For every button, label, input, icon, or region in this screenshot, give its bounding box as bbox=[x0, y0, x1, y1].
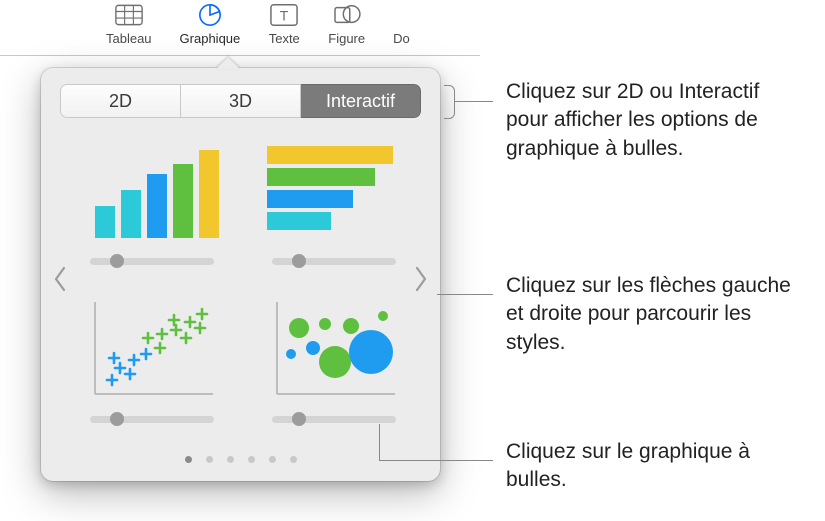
callout-lead bbox=[437, 294, 493, 295]
chart-thumb-column[interactable] bbox=[85, 140, 219, 268]
thumb-slider[interactable] bbox=[272, 412, 396, 426]
next-style-arrow[interactable] bbox=[402, 266, 440, 292]
thumb-slider[interactable] bbox=[272, 254, 396, 268]
bar-chart-icon bbox=[267, 140, 401, 244]
segment-interactive[interactable]: Interactif bbox=[301, 84, 421, 118]
page-dot[interactable] bbox=[269, 456, 276, 463]
callout-text: Cliquez sur le graphique à bulles. bbox=[506, 438, 766, 495]
callout-lead bbox=[454, 101, 493, 102]
toolbar: Tableau Graphique T Texte Figure Do bbox=[0, 0, 480, 56]
callout-lead bbox=[379, 460, 493, 461]
shape-icon bbox=[331, 2, 363, 28]
bubble-chart-icon bbox=[267, 298, 401, 402]
chart-dimension-segmented-control: 2D 3D Interactif bbox=[60, 84, 421, 118]
callout-lead bbox=[379, 424, 380, 461]
toolbar-label: Texte bbox=[269, 31, 300, 46]
toolbar-label: Figure bbox=[328, 31, 365, 46]
pie-chart-icon bbox=[194, 2, 226, 28]
segment-2d[interactable]: 2D bbox=[60, 84, 181, 118]
unknown-icon bbox=[393, 2, 415, 28]
chart-thumb-bubble[interactable] bbox=[267, 298, 401, 426]
thumb-slider[interactable] bbox=[90, 254, 214, 268]
text-icon: T bbox=[268, 2, 300, 28]
toolbar-button-figure[interactable]: Figure bbox=[328, 2, 365, 46]
chart-picker-popover: 2D 3D Interactif bbox=[41, 68, 440, 481]
prev-style-arrow[interactable] bbox=[41, 266, 79, 292]
svg-text:T: T bbox=[280, 8, 289, 24]
toolbar-button-tableau[interactable]: Tableau bbox=[106, 2, 152, 46]
toolbar-button-partial[interactable]: Do bbox=[393, 2, 415, 46]
page-dot[interactable] bbox=[185, 456, 192, 463]
toolbar-button-texte[interactable]: T Texte bbox=[268, 2, 300, 46]
toolbar-button-graphique[interactable]: Graphique bbox=[180, 2, 241, 46]
chart-thumb-scatter[interactable] bbox=[85, 298, 219, 426]
callout-text: Cliquez sur 2D ou Interactif pour affich… bbox=[506, 78, 796, 163]
page-dot[interactable] bbox=[206, 456, 213, 463]
callout-text: Cliquez sur les flèches gauche et droite… bbox=[506, 272, 796, 357]
page-dot[interactable] bbox=[227, 456, 234, 463]
scatter-chart-icon bbox=[85, 298, 219, 402]
toolbar-label: Do bbox=[393, 31, 410, 46]
column-chart-icon bbox=[85, 140, 219, 244]
toolbar-label: Graphique bbox=[180, 31, 241, 46]
segment-3d[interactable]: 3D bbox=[181, 84, 301, 118]
thumb-slider[interactable] bbox=[90, 412, 214, 426]
toolbar-label: Tableau bbox=[106, 31, 152, 46]
chart-thumb-bar[interactable] bbox=[267, 140, 401, 268]
page-dot[interactable] bbox=[290, 456, 297, 463]
table-icon bbox=[113, 2, 145, 28]
callout-bracket bbox=[444, 85, 455, 119]
page-dot[interactable] bbox=[248, 456, 255, 463]
